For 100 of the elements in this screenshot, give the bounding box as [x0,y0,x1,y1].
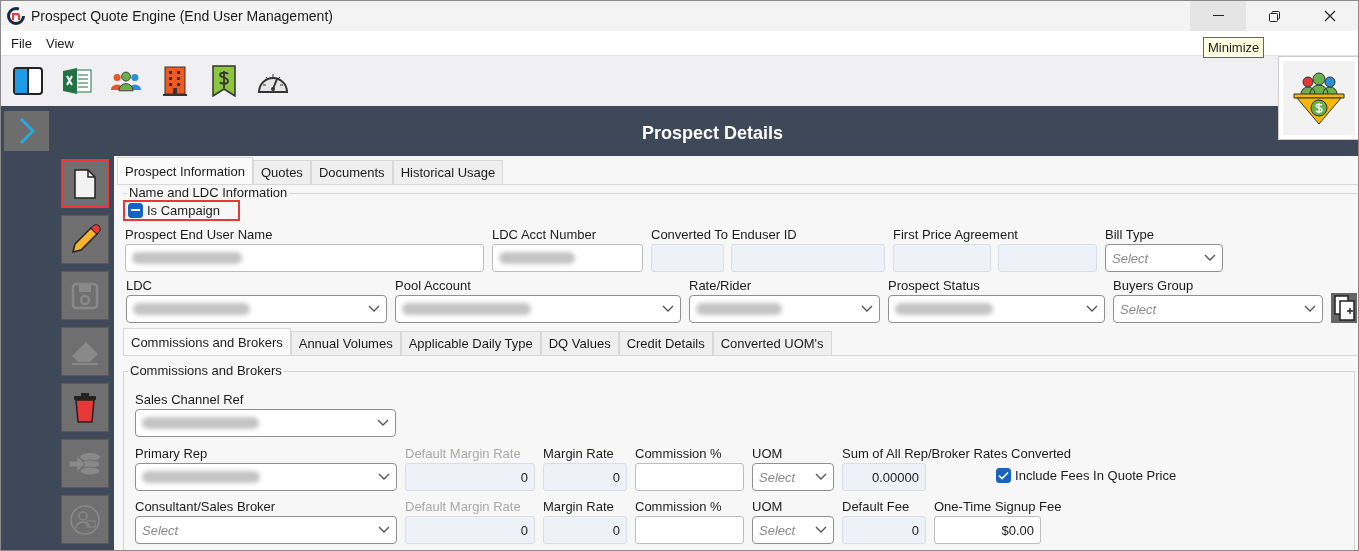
toolbar-button[interactable] [12,65,44,97]
dropdown-field[interactable]: Select [1105,244,1223,272]
dropdown-field[interactable] [126,295,387,323]
dropdown-field[interactable]: Select [752,516,834,544]
text-field[interactable] [492,244,643,272]
dropdown-field[interactable] [888,295,1105,323]
chevron-down-icon [377,419,389,427]
dropdown-field[interactable] [135,463,397,491]
checkbox-label: Include Fees In Quote Price [1015,468,1177,483]
dropdown-field[interactable]: Select [752,463,834,491]
chevron-down-icon [815,473,827,481]
field-label: UOM [752,499,784,514]
close-icon [1324,10,1336,22]
readonly-field: 0.00000 [842,463,926,491]
tab[interactable]: DQ Values [540,331,619,355]
tooltip: Minimize [1203,37,1265,58]
side-tool-button[interactable] [61,215,109,264]
chevron-down-icon [1086,305,1098,313]
tab[interactable]: Prospect Information [117,157,253,184]
section-title: Name and LDC Information [127,185,290,200]
dash-icon [131,209,140,212]
field-label: Prospect Status [888,278,981,293]
checkbox[interactable] [996,468,1012,483]
dropdown-field[interactable]: Select [1113,295,1323,323]
tab[interactable]: Documents [310,160,393,184]
tab[interactable]: Commissions and Brokers [123,328,291,355]
field-label: Default Margin Rate [405,499,522,514]
restore-icon [1268,10,1280,22]
panel-title: Prospect Details [641,123,784,144]
tab[interactable]: Applicable Daily Type [400,331,541,355]
field-label: Primary Rep [135,446,209,461]
minimize-icon [1212,15,1224,17]
field-label: Buyers Group [1113,278,1195,293]
tab[interactable]: Converted UOM's [712,331,832,355]
checkbox-label: Is Campaign [147,203,220,218]
document-icon [73,168,97,199]
field-label: Sum of All Rep/Broker Rates Converted [842,446,1072,461]
field-label: Margin Rate [543,446,615,461]
funnel-button[interactable] [1279,57,1358,139]
field-label: LDC [126,278,153,293]
chevron-down-icon [861,305,873,313]
readonly-field: 0 [405,516,535,544]
text-field[interactable] [635,463,744,491]
field-label: Default Margin Rate [405,446,522,461]
copy-add-icon [1333,294,1355,322]
app-logo-icon [7,7,25,25]
field-label: Sales Channel Ref [135,392,245,407]
text-field[interactable] [635,516,744,544]
tab[interactable]: Quotes [252,160,311,184]
field-label: Prospect End User Name [125,227,274,242]
panel-layout-icon [13,67,43,95]
field-label: One-Time Signup Fee [934,499,1062,514]
add-copy-button[interactable] [1331,293,1357,323]
dropdown-field[interactable]: Select [135,516,397,544]
menu-item[interactable]: View [45,35,74,51]
dropdown-field[interactable] [689,295,880,323]
dollar-bookmark-icon [211,65,237,97]
field-label: LDC Acct Number [492,227,598,242]
dropdown-field[interactable] [395,295,681,323]
funnel-people-icon [1291,70,1347,126]
text-field[interactable] [125,244,484,272]
readonly-field: 0 [543,516,627,544]
chevron-down-icon [1204,254,1216,262]
dropdown-field[interactable] [135,409,396,437]
campaign-checkbox-row[interactable]: Is Campaign [123,200,240,221]
tab[interactable]: Annual Volumes [290,331,401,355]
field-label: Bill Type [1105,227,1155,242]
field-label: First Price Agreement [893,227,1019,242]
chevron-right-icon [18,117,35,145]
spreadsheet-icon [62,66,92,96]
field-label: Consultant/Sales Broker [135,499,277,514]
field-label: Rate/Rider [689,278,753,293]
readonly-field: 0 [842,516,926,544]
section-title: Commissions and Brokers [128,363,284,378]
coins-arrow-icon [68,450,102,477]
text-field[interactable]: $0.00 [934,516,1041,544]
side-tool-button[interactable] [61,159,109,208]
field-label: Default Fee [842,499,911,514]
field-label: Commission % [635,499,723,514]
checkbox[interactable] [128,203,143,218]
check-icon [998,471,1010,480]
expand-button[interactable] [4,111,49,151]
chevron-down-icon [662,305,674,313]
pencil-icon [69,223,101,256]
chevron-down-icon [378,526,390,534]
people-icon [110,69,142,93]
menu-item[interactable]: File [11,35,32,51]
field-label: Commission % [635,446,723,461]
user-cycle-icon [69,503,101,536]
tab[interactable]: Historical Usage [392,160,504,184]
chevron-down-icon [368,305,380,313]
readonly-field: 0 [543,463,627,491]
chevron-down-icon [1304,305,1316,313]
field-label: Margin Rate [543,499,615,514]
window-title: Prospect Quote Engine (End User Management) [31,8,333,24]
trash-icon [72,391,98,424]
field-label: Converted To Enduser ID [651,227,798,242]
readonly-field: 0 [405,463,535,491]
chevron-down-icon [815,526,827,534]
tab[interactable]: Credit Details [618,331,713,355]
